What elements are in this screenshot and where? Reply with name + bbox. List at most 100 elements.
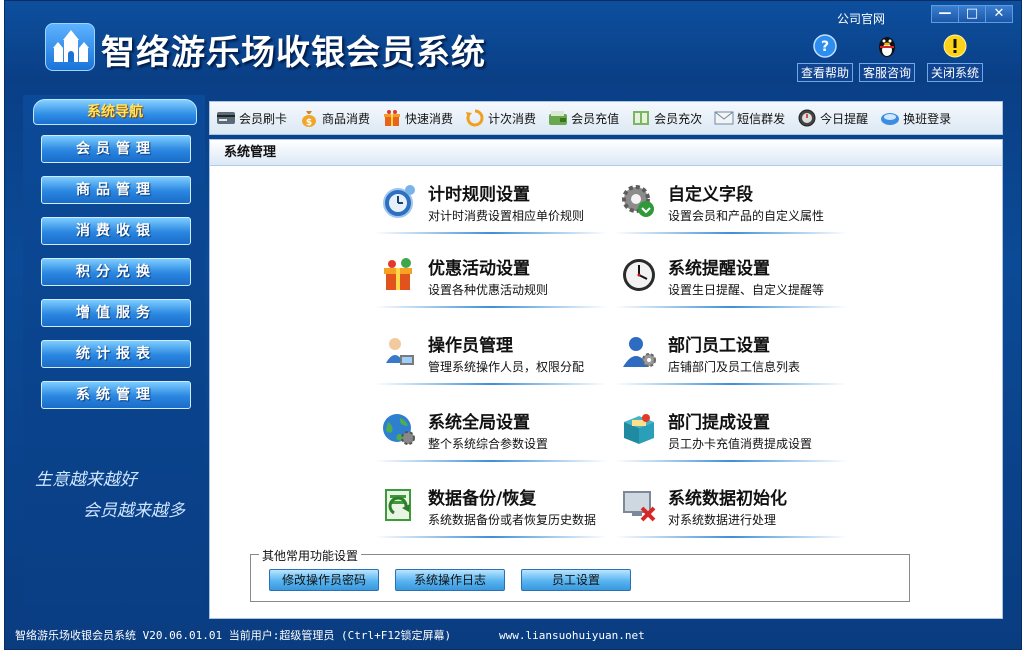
card-custom-fields[interactable]: 自定义字段 设置会员和产品的自定义属性 bbox=[616, 176, 846, 234]
svg-text:$: $ bbox=[306, 118, 312, 128]
change-operator-password-button[interactable]: 修改操作员密码 bbox=[269, 569, 379, 591]
customer-service-button[interactable]: 客服咨询 bbox=[859, 33, 915, 82]
app-window: 智络游乐场收银会员系统 公司官网 — □ ✕ ? 查看帮助 客服咨询 关闭系统 … bbox=[4, 0, 1022, 650]
timer-icon bbox=[380, 182, 418, 220]
swap-icon bbox=[880, 108, 900, 128]
card-system-reminder[interactable]: 系统提醒设置 设置生日提醒、自定义提醒等 bbox=[616, 250, 846, 308]
system-operation-log-button[interactable]: 系统操作日志 bbox=[395, 569, 505, 591]
toolbar-label: 换班登录 bbox=[903, 111, 952, 126]
toolbar-sms-broadcast[interactable]: 短信群发 bbox=[714, 108, 785, 128]
slogan-line2: 会员越来越多 bbox=[83, 501, 185, 521]
sidebar-item-value-added[interactable]: 增值服务 bbox=[41, 299, 191, 327]
toolbar-label: 计次消费 bbox=[488, 111, 537, 126]
card-desc: 整个系统综合参数设置 bbox=[428, 437, 549, 451]
toolbar-label: 会员充次 bbox=[654, 111, 703, 126]
exit-system-label: 关闭系统 bbox=[927, 63, 983, 82]
card-desc: 对计时消费设置相应单价规则 bbox=[428, 209, 585, 223]
card-operator-management[interactable]: 操作员管理 管理系统操作人员，权限分配 bbox=[376, 327, 606, 385]
backup-icon bbox=[380, 486, 418, 524]
toolbar-label: 短信群发 bbox=[737, 111, 786, 126]
card-department-commission[interactable]: 部门提成设置 员工办卡充值消费提成设置 bbox=[616, 404, 846, 462]
customer-service-label: 客服咨询 bbox=[859, 63, 915, 82]
clock-icon bbox=[620, 256, 658, 294]
card-title: 优惠活动设置 bbox=[428, 259, 530, 279]
delete-data-icon bbox=[620, 486, 658, 524]
card-desc: 管理系统操作人员，权限分配 bbox=[428, 360, 585, 374]
toolbar-member-topup-count[interactable]: 会员充次 bbox=[631, 108, 702, 128]
toolbar-label: 今日提醒 bbox=[820, 111, 869, 126]
card-title: 计时规则设置 bbox=[428, 185, 530, 205]
help-label: 查看帮助 bbox=[797, 63, 853, 82]
other-functions-group: 其他常用功能设置 修改操作员密码 系统操作日志 员工设置 bbox=[250, 547, 910, 602]
card-reader-icon bbox=[216, 108, 236, 128]
sidebar-item-points-exchange[interactable]: 积分兑换 bbox=[41, 258, 191, 286]
refresh-icon bbox=[465, 108, 485, 128]
toolbar-label: 商品消费 bbox=[322, 111, 371, 126]
card-desc: 设置生日提醒、自定义提醒等 bbox=[668, 283, 825, 297]
staff-settings-button[interactable]: 员工设置 bbox=[521, 569, 631, 591]
toolbar-member-swipe[interactable]: 会员刷卡 bbox=[216, 108, 287, 128]
card-desc: 员工办卡充值消费提成设置 bbox=[668, 437, 813, 451]
official-site-link[interactable]: 公司官网 bbox=[837, 10, 885, 27]
toolbar-label: 会员充值 bbox=[571, 111, 620, 126]
app-title: 智络游乐场收银会员系统 bbox=[101, 33, 486, 73]
card-data-backup[interactable]: 数据备份/恢复 系统数据备份或者恢复历史数据 bbox=[376, 480, 606, 538]
card-timing-rules[interactable]: 计时规则设置 对计时消费设置相应单价规则 bbox=[376, 176, 606, 234]
card-title: 操作员管理 bbox=[428, 336, 513, 356]
gift-box-icon bbox=[380, 256, 418, 294]
card-title: 系统提醒设置 bbox=[668, 259, 770, 279]
card-promotion-settings[interactable]: 优惠活动设置 设置各种优惠活动规则 bbox=[376, 250, 606, 308]
gear-download-icon bbox=[620, 182, 658, 220]
toolbar-shift-login[interactable]: 换班登录 bbox=[880, 108, 951, 128]
globe-gear-icon bbox=[380, 410, 418, 448]
status-bar: 智络游乐场收银会员系统 V20.06.01.01 当前用户:超级管理员 (Ctr… bbox=[5, 625, 1023, 649]
sidebar-item-system-management[interactable]: 系统管理 bbox=[41, 381, 191, 409]
exit-system-button[interactable]: 关闭系统 bbox=[927, 33, 983, 82]
toolbar-label: 快速消费 bbox=[405, 111, 454, 126]
help-button[interactable]: ? 查看帮助 bbox=[797, 33, 853, 82]
clock-icon bbox=[797, 108, 817, 128]
toolbar-today-reminder[interactable]: 今日提醒 bbox=[797, 108, 868, 128]
sidebar-item-reports[interactable]: 统计报表 bbox=[41, 340, 191, 368]
toolbar-count-consume[interactable]: 计次消费 bbox=[465, 108, 536, 128]
status-text: 智络游乐场收银会员系统 V20.06.01.01 当前用户:超级管理员 (Ctr… bbox=[15, 629, 452, 642]
wallet-icon bbox=[548, 108, 568, 128]
toolbar-label: 会员刷卡 bbox=[239, 111, 288, 126]
card-title: 部门提成设置 bbox=[668, 413, 770, 433]
close-window-button[interactable]: ✕ bbox=[985, 5, 1013, 23]
card-title: 数据备份/恢复 bbox=[428, 489, 537, 509]
card-title: 系统数据初始化 bbox=[668, 489, 787, 509]
card-desc: 店铺部门及员工信息列表 bbox=[668, 360, 801, 374]
qq-penguin-icon bbox=[874, 33, 900, 59]
money-box-icon bbox=[620, 410, 658, 448]
sidebar-item-cashier[interactable]: 消费收银 bbox=[41, 217, 191, 245]
slogan: 生意越来越好 会员越来越多 bbox=[35, 465, 205, 521]
card-title: 自定义字段 bbox=[668, 185, 753, 205]
toolbar-member-recharge[interactable]: 会员充值 bbox=[548, 108, 619, 128]
money-bag-icon: $ bbox=[299, 108, 319, 128]
sidebar-item-member-management[interactable]: 会员管理 bbox=[41, 135, 191, 163]
card-desc: 对系统数据进行处理 bbox=[668, 513, 777, 527]
minimize-button[interactable]: — bbox=[931, 5, 959, 23]
main-panel-title: 系统管理 bbox=[210, 140, 1002, 166]
card-data-initialize[interactable]: 系统数据初始化 对系统数据进行处理 bbox=[616, 480, 846, 538]
sidebar-title: 系统导航 bbox=[33, 99, 197, 125]
card-title: 部门员工设置 bbox=[668, 336, 770, 356]
ledger-icon bbox=[631, 108, 651, 128]
main-panel: 系统管理 计时规则设置 对计时消费设置相应单价规则 自定义字段 设置会员和产品的… bbox=[209, 139, 1003, 619]
card-department-staff[interactable]: 部门员工设置 店铺部门及员工信息列表 bbox=[616, 327, 846, 385]
card-desc: 系统数据备份或者恢复历史数据 bbox=[428, 513, 597, 527]
toolbar-quick-consume[interactable]: 快速消费 bbox=[382, 108, 453, 128]
user-gear-icon bbox=[620, 333, 658, 371]
card-desc: 设置会员和产品的自定义属性 bbox=[668, 209, 825, 223]
toolbar-product-consume[interactable]: $ 商品消费 bbox=[299, 108, 370, 128]
maximize-button[interactable]: □ bbox=[958, 5, 986, 23]
card-global-settings[interactable]: 系统全局设置 整个系统综合参数设置 bbox=[376, 404, 606, 462]
card-desc: 设置各种优惠活动规则 bbox=[428, 283, 549, 297]
slogan-line1: 生意越来越好 bbox=[35, 470, 137, 490]
other-functions-title: 其他常用功能设置 bbox=[259, 547, 362, 564]
gift-icon bbox=[382, 108, 402, 128]
castle-logo-icon bbox=[45, 23, 95, 71]
sidebar-item-product-management[interactable]: 商品管理 bbox=[41, 176, 191, 204]
warning-icon bbox=[942, 33, 968, 59]
